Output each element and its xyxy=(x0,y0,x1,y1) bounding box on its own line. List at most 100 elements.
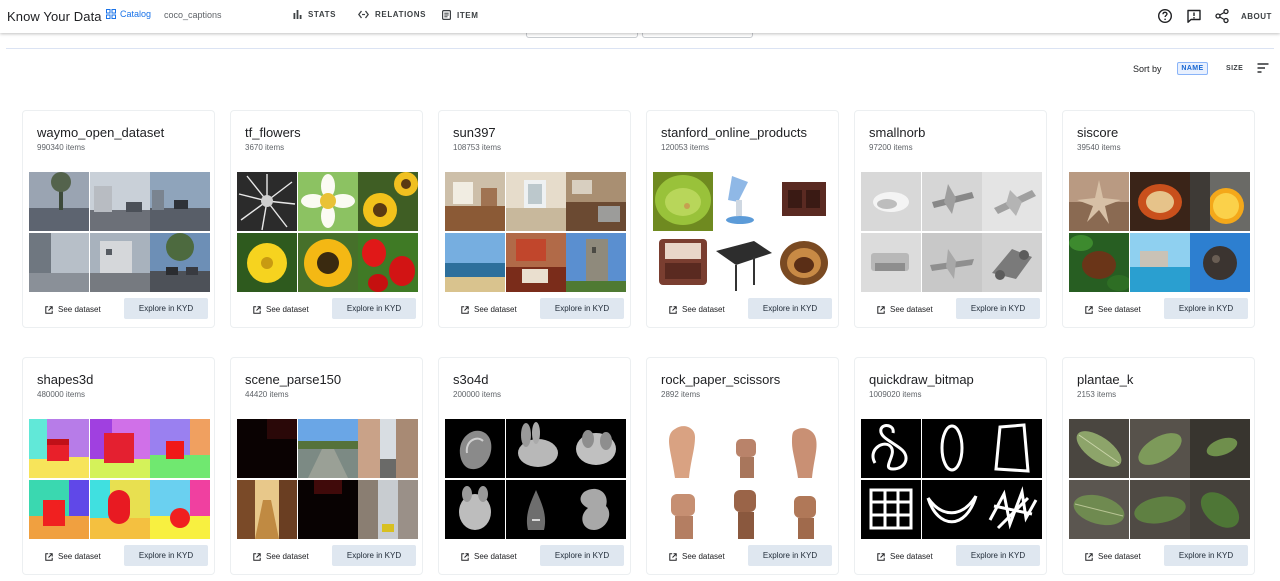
dataset-name[interactable]: tf_flowers xyxy=(245,125,301,140)
see-dataset-link[interactable]: See dataset xyxy=(45,305,101,314)
sample-image xyxy=(566,419,626,478)
see-dataset-label: See dataset xyxy=(890,552,933,561)
dataset-card: scene_parse150 44420 items See dataset E… xyxy=(230,357,423,575)
see-dataset-link[interactable]: See dataset xyxy=(253,305,309,314)
see-dataset-link[interactable]: See dataset xyxy=(45,552,101,561)
explore-in-kyd-button[interactable]: Explore in KYD xyxy=(124,298,208,319)
see-dataset-label: See dataset xyxy=(474,305,517,314)
sample-image xyxy=(445,233,505,292)
dataset-name[interactable]: rock_paper_scissors xyxy=(661,372,780,387)
sort-size-chip[interactable]: SIZE xyxy=(1226,65,1243,72)
see-dataset-link[interactable]: See dataset xyxy=(1085,552,1141,561)
dataset-name[interactable]: siscore xyxy=(1077,125,1118,140)
sample-image xyxy=(297,172,358,231)
dataset-card: siscore 39540 items See dataset Explore … xyxy=(1062,110,1255,328)
see-dataset-link[interactable]: See dataset xyxy=(461,305,517,314)
see-dataset-label: See dataset xyxy=(682,552,725,561)
dataset-name[interactable]: sun397 xyxy=(453,125,496,140)
see-dataset-link[interactable]: See dataset xyxy=(461,552,517,561)
dataset-name[interactable]: stanford_online_products xyxy=(661,125,807,140)
sample-image xyxy=(1129,233,1190,292)
sample-image xyxy=(89,172,150,231)
sample-image xyxy=(237,419,297,478)
sample-image xyxy=(774,480,834,539)
dataset-item-count: 3670 items xyxy=(245,143,285,152)
sample-image xyxy=(1190,172,1250,231)
see-dataset-link[interactable]: See dataset xyxy=(1085,305,1141,314)
sample-image xyxy=(1129,172,1190,231)
sample-image xyxy=(445,172,505,231)
explore-in-kyd-button[interactable]: Explore in KYD xyxy=(124,545,208,566)
dataset-name[interactable]: shapes3d xyxy=(37,372,93,387)
sample-image-grid xyxy=(861,419,1042,539)
sample-image xyxy=(982,233,1042,292)
sort-name-chip[interactable]: NAME xyxy=(1177,62,1208,75)
dataset-name[interactable]: quickdraw_bitmap xyxy=(869,372,974,387)
sample-image xyxy=(445,480,505,539)
sample-image xyxy=(150,419,210,478)
explore-in-kyd-button[interactable]: Explore in KYD xyxy=(956,298,1040,319)
tab-stats[interactable]: STATS xyxy=(293,10,336,19)
catalog-link[interactable]: Catalog xyxy=(106,9,151,19)
sample-image xyxy=(29,419,89,478)
explore-in-kyd-button[interactable]: Explore in KYD xyxy=(1164,298,1248,319)
dataset-item-count: 120053 items xyxy=(661,143,710,152)
see-dataset-link[interactable]: See dataset xyxy=(253,552,309,561)
sample-image xyxy=(1190,480,1250,539)
sample-image xyxy=(505,172,566,231)
sample-image-grid xyxy=(237,172,418,292)
sort-icon[interactable] xyxy=(1257,62,1269,74)
sample-image xyxy=(1190,233,1250,292)
sample-image xyxy=(89,233,150,292)
toolbar-divider xyxy=(6,33,1274,49)
sample-image xyxy=(653,233,713,292)
see-dataset-link[interactable]: See dataset xyxy=(669,305,725,314)
open-in-new-icon xyxy=(877,552,885,561)
explore-in-kyd-button[interactable]: Explore in KYD xyxy=(332,545,416,566)
sample-image xyxy=(921,172,982,231)
explore-in-kyd-button[interactable]: Explore in KYD xyxy=(540,545,624,566)
see-dataset-link[interactable]: See dataset xyxy=(877,305,933,314)
dataset-card: quickdraw_bitmap 1009020 items See datas… xyxy=(854,357,1047,575)
dataset-name[interactable]: scene_parse150 xyxy=(245,372,341,387)
sample-image xyxy=(358,233,418,292)
dataset-item-count: 990340 items xyxy=(37,143,86,152)
explore-in-kyd-button[interactable]: Explore in KYD xyxy=(956,545,1040,566)
explore-in-kyd-button[interactable]: Explore in KYD xyxy=(540,298,624,319)
sample-image xyxy=(861,172,921,231)
tab-item[interactable]: ITEM xyxy=(442,10,479,20)
see-dataset-link[interactable]: See dataset xyxy=(877,552,933,561)
about-link[interactable]: ABOUT xyxy=(1241,12,1272,21)
feedback-icon[interactable] xyxy=(1186,8,1202,24)
sample-image xyxy=(713,419,774,478)
dataset-name[interactable]: waymo_open_dataset xyxy=(37,125,164,140)
dataset-card: shapes3d 480000 items See dataset Explor… xyxy=(22,357,215,575)
sample-image xyxy=(29,233,89,292)
help-icon[interactable] xyxy=(1157,8,1173,24)
sample-image xyxy=(358,480,418,539)
open-in-new-icon xyxy=(1085,552,1093,561)
dataset-card: smallnorb 97200 items See dataset Explor… xyxy=(854,110,1047,328)
sample-image-grid xyxy=(653,419,834,539)
share-icon[interactable] xyxy=(1214,8,1230,24)
dataset-name[interactable]: plantae_k xyxy=(1077,372,1133,387)
app-title[interactable]: Know Your Data xyxy=(7,9,102,24)
sample-image xyxy=(297,419,358,478)
sample-image xyxy=(89,419,150,478)
tab-relations[interactable]: RELATIONS xyxy=(358,10,426,19)
dataset-name[interactable]: smallnorb xyxy=(869,125,925,140)
sample-image xyxy=(861,419,921,478)
open-in-new-icon xyxy=(461,552,469,561)
sample-image xyxy=(653,480,713,539)
dataset-name[interactable]: s3o4d xyxy=(453,372,488,387)
sample-image xyxy=(861,480,921,539)
explore-in-kyd-button[interactable]: Explore in KYD xyxy=(748,545,832,566)
explore-in-kyd-button[interactable]: Explore in KYD xyxy=(332,298,416,319)
explore-in-kyd-button[interactable]: Explore in KYD xyxy=(1164,545,1248,566)
explore-in-kyd-button[interactable]: Explore in KYD xyxy=(748,298,832,319)
see-dataset-link[interactable]: See dataset xyxy=(669,552,725,561)
sample-image xyxy=(982,419,1042,478)
sample-image xyxy=(982,480,1042,539)
sample-image xyxy=(237,480,297,539)
sample-image xyxy=(1069,233,1129,292)
